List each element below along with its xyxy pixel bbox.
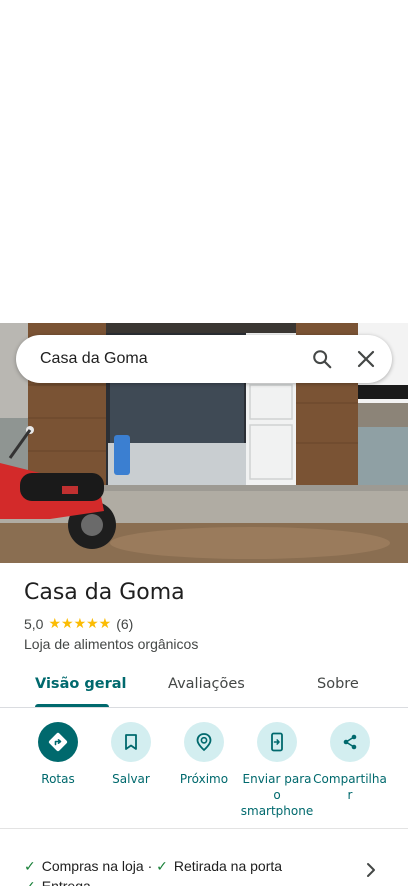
tab-overview[interactable]: Visão geral xyxy=(35,676,126,692)
tab-bar: Visão geral Avaliações Sobre xyxy=(0,664,408,708)
nearby-button[interactable]: Próximo xyxy=(164,722,244,787)
service-curbside: Retirada na porta xyxy=(173,858,283,874)
search-bar[interactable]: Casa da Goma xyxy=(16,335,392,383)
service-delivery: Entrega xyxy=(41,878,91,886)
place-category: Loja de alimentos orgânicos xyxy=(24,636,199,652)
share-button[interactable]: Compartilhar xyxy=(310,722,390,803)
directions-button[interactable]: Rotas xyxy=(18,722,98,787)
send-to-phone-label: Enviar para o smartphone xyxy=(240,772,314,818)
save-button[interactable]: Salvar xyxy=(91,722,171,787)
tab-reviews[interactable]: Avaliações xyxy=(168,676,245,692)
active-tab-indicator xyxy=(35,704,109,707)
share-icon xyxy=(330,722,370,762)
nearby-label: Próximo xyxy=(179,772,229,786)
review-count: (6) xyxy=(116,615,134,632)
directions-label: Rotas xyxy=(41,772,75,786)
map-area-blank xyxy=(0,0,408,323)
send-to-phone-icon xyxy=(257,722,297,762)
check-icon: ✓ xyxy=(156,858,168,874)
check-icon: ✓ xyxy=(24,858,36,874)
rating-row[interactable]: 5,0 ★★★★★ (6) xyxy=(24,615,133,632)
nearby-icon xyxy=(184,722,224,762)
section-divider xyxy=(0,828,408,829)
service-in-store: Compras na loja xyxy=(41,858,144,874)
search-icon[interactable] xyxy=(300,337,344,381)
star-rating-icon: ★★★★★ xyxy=(48,615,112,631)
check-icon: ✓ xyxy=(24,878,36,886)
directions-icon xyxy=(38,722,78,762)
tab-about[interactable]: Sobre xyxy=(317,676,359,692)
send-to-phone-button[interactable]: Enviar para o smartphone xyxy=(237,722,317,819)
share-label: Compartilhar xyxy=(313,772,387,802)
bookmark-icon xyxy=(111,722,151,762)
close-icon[interactable] xyxy=(344,337,388,381)
search-input[interactable]: Casa da Goma xyxy=(40,350,300,368)
chevron-right-icon[interactable] xyxy=(364,862,378,883)
save-label: Salvar xyxy=(112,772,150,786)
service-options[interactable]: ✓ Compras na loja · ✓ Retirada na porta ✓ E… xyxy=(24,856,364,886)
rating-value: 5,0 xyxy=(24,615,44,632)
place-title: Casa da Goma xyxy=(24,580,185,605)
separator-dot: · xyxy=(147,858,157,874)
